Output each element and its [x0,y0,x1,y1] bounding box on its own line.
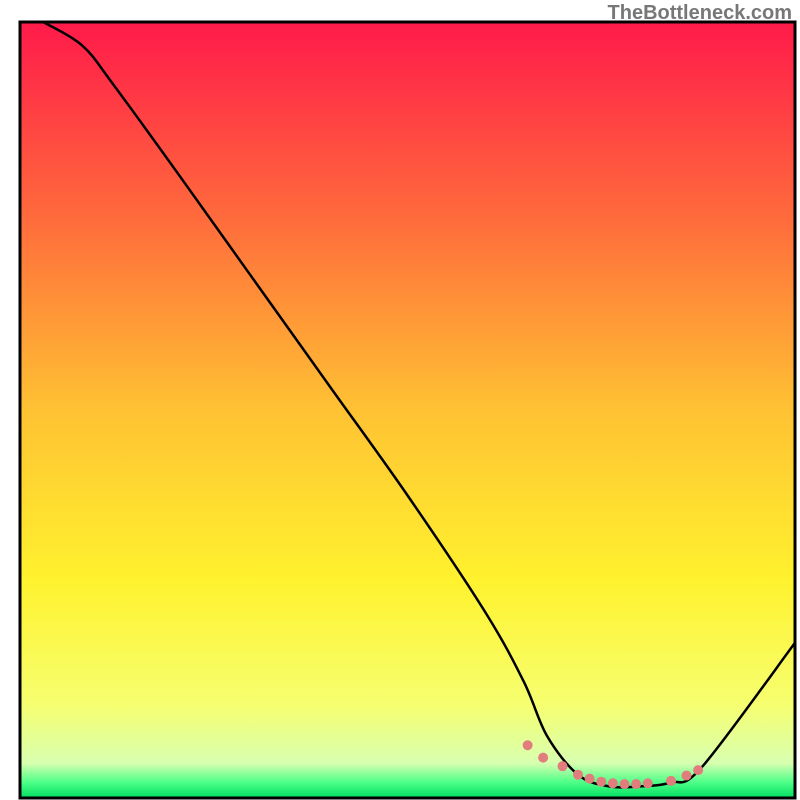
dot [596,777,606,787]
dot [666,776,676,786]
dot [608,778,618,788]
dot [620,779,630,789]
dot [558,761,568,771]
dot [538,753,548,763]
dot [693,765,703,775]
dot [585,774,595,784]
dot [523,740,533,750]
bottleneck-chart [0,0,800,800]
watermark: TheBottleneck.com [608,2,792,25]
dot [631,779,641,789]
dot [573,770,583,780]
plot-background [20,22,795,798]
chart-container: TheBottleneck.com [0,0,800,800]
dot [643,778,653,788]
dot [682,770,692,780]
